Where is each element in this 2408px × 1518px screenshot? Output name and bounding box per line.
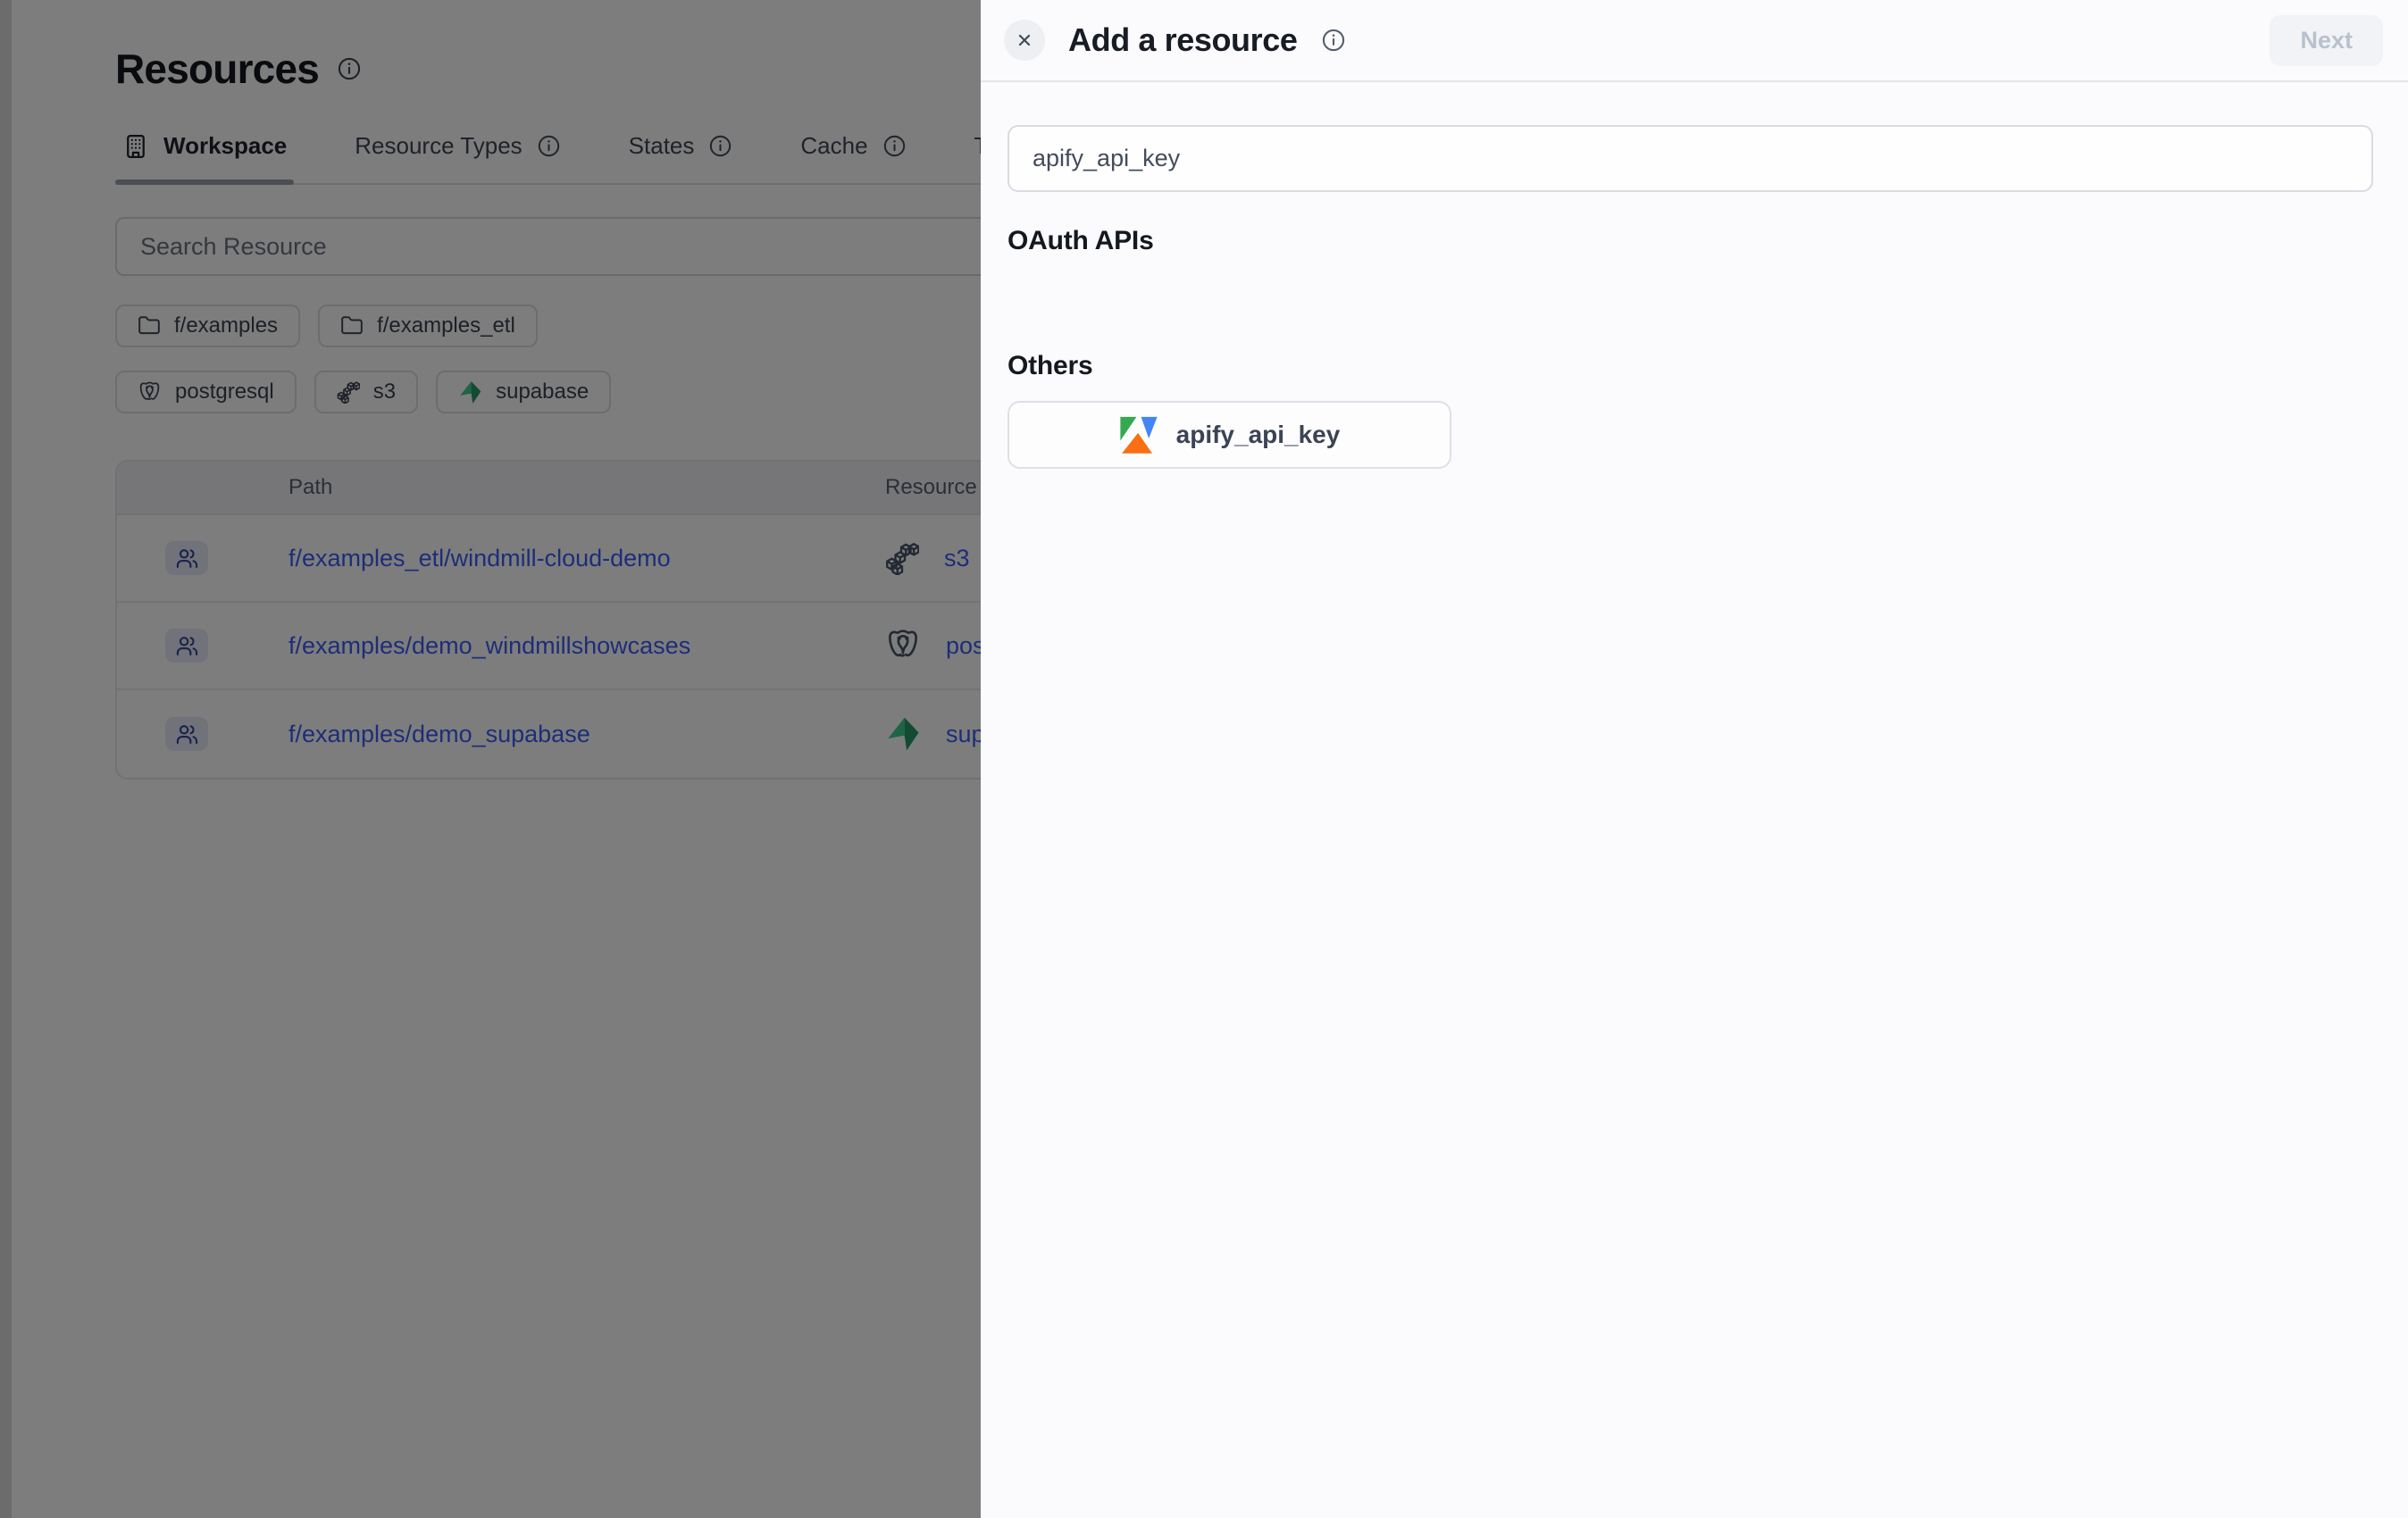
close-button[interactable] (1004, 20, 1045, 61)
info-icon[interactable] (1321, 28, 1346, 53)
section-heading-others: Others (1008, 351, 2373, 381)
resource-type-card-apify-api-key[interactable]: apify_api_key (1008, 401, 1451, 469)
resource-card-label: apify_api_key (1176, 421, 1341, 449)
screen: Resources Workspace Resource Types (0, 0, 2408, 1518)
drawer-header: Add a resource Next (981, 0, 2408, 82)
apify-icon (1119, 416, 1158, 455)
drawer-title: Add a resource (1068, 21, 1298, 59)
close-icon (1014, 29, 1035, 51)
next-button[interactable]: Next (2270, 15, 2383, 66)
resource-type-search-input[interactable] (1008, 125, 2373, 192)
section-heading-oauth-apis: OAuth APIs (1008, 226, 2373, 256)
drawer-body: OAuth APIs Others apify_api_key (981, 82, 2408, 1518)
left-edge-strip (0, 0, 12, 1518)
add-resource-drawer: Add a resource Next OAuth APIs Others ap… (981, 0, 2408, 1518)
